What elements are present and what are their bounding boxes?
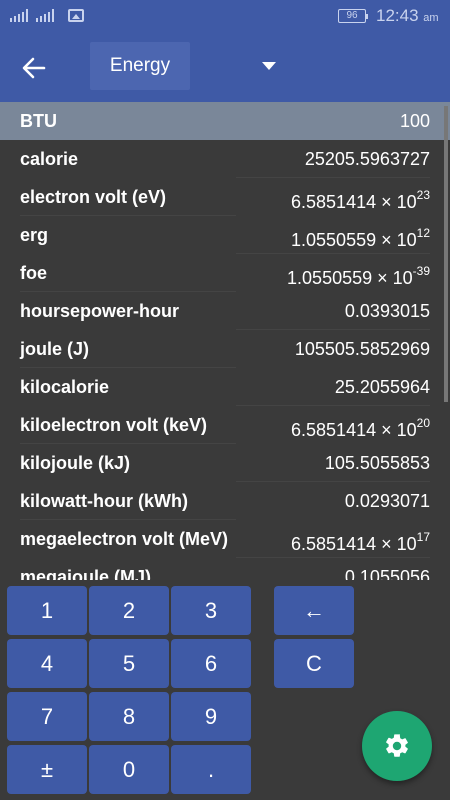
unit-name: hoursepower-hour bbox=[20, 301, 180, 321]
scrollbar[interactable] bbox=[444, 106, 448, 402]
signal-icon bbox=[10, 9, 32, 22]
image-icon bbox=[68, 9, 84, 22]
unit-value-base: 25.2055964 bbox=[334, 377, 430, 397]
unit-row[interactable]: megaelectron volt (MeV) 6.5851414 × 1017 bbox=[0, 520, 450, 558]
unit-value: 25.2055964 bbox=[335, 368, 430, 406]
clear-button[interactable]: C bbox=[274, 639, 354, 688]
unit-value-exponent: 23 bbox=[416, 188, 430, 202]
key-plus-minus[interactable]: ± bbox=[7, 745, 87, 794]
app-bar: Energy bbox=[0, 32, 450, 102]
unit-list: BTU 100 calorie 25205.5963727 electron volt … bbox=[0, 102, 450, 580]
key-8[interactable]: 8 bbox=[89, 692, 169, 741]
unit-value-base: 105505.5852969 bbox=[294, 339, 430, 359]
unit-value-exponent: -39 bbox=[412, 264, 430, 278]
unit-row[interactable]: kilocalorie 25.2055964 bbox=[0, 368, 450, 406]
caret-down-icon[interactable] bbox=[262, 62, 276, 70]
unit-name: kilowatt-hour (kWh) bbox=[20, 491, 188, 511]
unit-value: 105505.5852969 bbox=[295, 330, 430, 368]
unit-name: foe bbox=[20, 263, 47, 283]
unit-name: kilocalorie bbox=[20, 377, 110, 397]
unit-row[interactable]: calorie 25205.5963727 bbox=[0, 140, 450, 178]
arrow-left-icon bbox=[22, 57, 46, 79]
unit-value-exponent: 17 bbox=[416, 530, 430, 544]
unit-value-base: 25205.5963727 bbox=[304, 149, 430, 169]
unit-name: megaelectron volt (MeV) bbox=[20, 529, 229, 549]
unit-name: megajoule (MJ) bbox=[20, 567, 152, 580]
backspace-button[interactable]: ← bbox=[274, 586, 354, 635]
unit-value-exponent: 12 bbox=[416, 226, 430, 240]
category-dropdown[interactable]: Energy bbox=[90, 42, 190, 90]
back-button[interactable] bbox=[14, 48, 54, 88]
unit-value-base: 6.5851414 × 10 bbox=[291, 192, 417, 212]
unit-value-base: 0.0293071 bbox=[344, 491, 430, 511]
unit-value-base: 6.5851414 × 10 bbox=[291, 420, 417, 440]
unit-name: kilojoule (kJ) bbox=[20, 453, 131, 473]
unit-value: 105.5055853 bbox=[325, 444, 430, 482]
key-9[interactable]: 9 bbox=[171, 692, 251, 741]
unit-row[interactable]: hoursepower-hour 0.0393015 bbox=[0, 292, 450, 330]
key-1[interactable]: 1 bbox=[7, 586, 87, 635]
unit-name: erg bbox=[20, 225, 49, 245]
key-7[interactable]: 7 bbox=[7, 692, 87, 741]
settings-button[interactable] bbox=[362, 711, 432, 781]
unit-name: electron volt (eV) bbox=[20, 187, 167, 207]
unit-name: BTU bbox=[20, 111, 57, 131]
unit-value: 100 bbox=[400, 102, 430, 140]
key-4[interactable]: 4 bbox=[7, 639, 87, 688]
key-decimal[interactable]: . bbox=[171, 745, 251, 794]
unit-row[interactable]: kilojoule (kJ) 105.5055853 bbox=[0, 444, 450, 482]
unit-value-base: 0.0393015 bbox=[344, 301, 430, 321]
unit-row[interactable]: megajoule (MJ) 0.1055056 bbox=[0, 558, 450, 580]
unit-row[interactable]: joule (J) 105505.5852969 bbox=[0, 330, 450, 368]
unit-value-base: 1.0550559 × 10 bbox=[291, 230, 417, 250]
key-5[interactable]: 5 bbox=[89, 639, 169, 688]
clock: 12:43 am bbox=[376, 6, 439, 25]
key-3[interactable]: 3 bbox=[171, 586, 251, 635]
unit-value-base: 0.1055056 bbox=[344, 567, 430, 580]
unit-name: joule (J) bbox=[20, 339, 90, 359]
key-6[interactable]: 6 bbox=[171, 639, 251, 688]
unit-value-base: 1.0550559 × 10 bbox=[287, 268, 413, 288]
gear-icon bbox=[386, 734, 408, 757]
unit-row[interactable]: kiloelectron volt (keV) 6.5851414 × 1020 bbox=[0, 406, 450, 444]
unit-row[interactable]: BTU 100 bbox=[0, 102, 450, 140]
unit-name: calorie bbox=[20, 149, 79, 169]
unit-value: 6.5851414 × 1020 bbox=[291, 406, 430, 449]
unit-row[interactable]: electron volt (eV) 6.5851414 × 1023 bbox=[0, 178, 450, 216]
key-0[interactable]: 0 bbox=[89, 745, 169, 794]
unit-row[interactable]: erg 1.0550559 × 1012 bbox=[0, 216, 450, 254]
unit-value: 0.0293071 bbox=[345, 482, 430, 520]
unit-value-base: 105.5055853 bbox=[324, 453, 430, 473]
unit-value-exponent: 20 bbox=[416, 416, 430, 430]
signal-icon bbox=[36, 9, 58, 22]
unit-value-base: 6.5851414 × 10 bbox=[291, 534, 417, 554]
unit-name: kiloelectron volt (keV) bbox=[20, 415, 208, 435]
status-bar: 96 12:43 am bbox=[0, 0, 450, 32]
battery-icon: 96 bbox=[338, 9, 368, 23]
unit-value-base: 100 bbox=[399, 111, 430, 131]
unit-value: 0.0393015 bbox=[345, 292, 430, 330]
unit-row[interactable]: kilowatt-hour (kWh) 0.0293071 bbox=[0, 482, 450, 520]
unit-row[interactable]: foe 1.0550559 × 10-39 bbox=[0, 254, 450, 292]
unit-value: 6.5851414 × 1023 bbox=[291, 178, 430, 221]
unit-value: 0.1055056 bbox=[345, 558, 430, 580]
unit-value: 1.0550559 × 10-39 bbox=[287, 254, 430, 297]
key-2[interactable]: 2 bbox=[89, 586, 169, 635]
unit-value: 25205.5963727 bbox=[305, 140, 430, 178]
